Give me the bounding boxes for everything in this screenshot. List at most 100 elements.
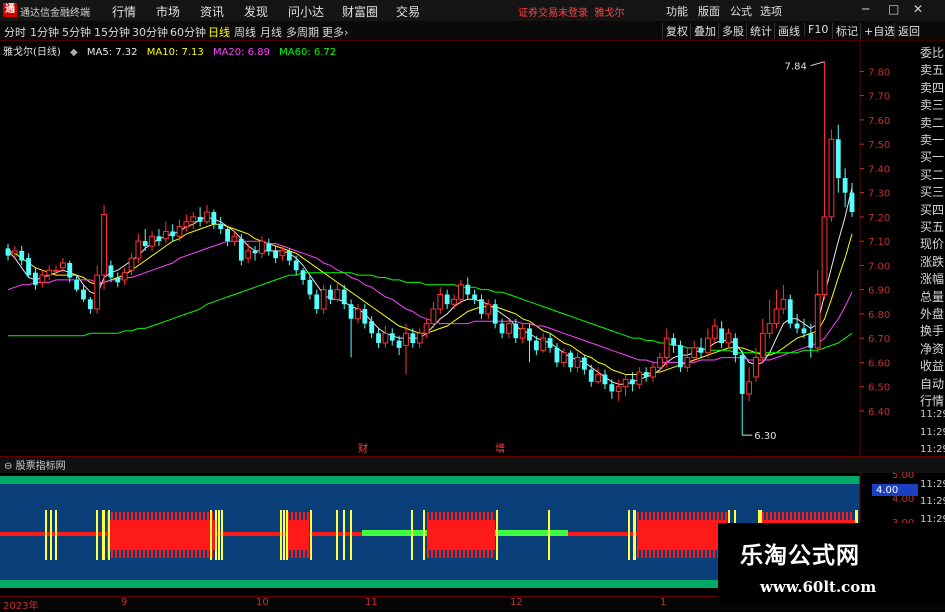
menu-xuanxiang[interactable]: 选项 [760, 3, 782, 19]
candle-body-down [74, 279, 80, 290]
candle-body-down [547, 338, 553, 348]
candle-body-up [656, 357, 663, 368]
candle-body-up [334, 289, 341, 300]
candle-body-down [376, 333, 381, 343]
menu-caifuquan[interactable]: 财富圈 [342, 3, 378, 20]
menu-zixun[interactable]: 资讯 [200, 3, 224, 20]
candle-body-up [176, 226, 183, 237]
candle-body-up [231, 235, 238, 242]
period-5min[interactable]: 5分钟 [62, 24, 91, 40]
indicator-header [0, 456, 945, 473]
indicator-current-value: 4.00 [876, 485, 898, 496]
candle-body-down [410, 333, 416, 343]
low-label: 6.30 [754, 431, 776, 442]
period-1min[interactable]: 1分钟 [30, 24, 59, 40]
candle-body-down [307, 279, 313, 295]
candle-body-down [609, 384, 615, 392]
candle-body-down [225, 229, 230, 242]
candle-body-down [108, 265, 114, 278]
indicator-collapse-icon[interactable]: ⊖ [4, 461, 12, 472]
btn-biaoji[interactable]: 标记 [832, 23, 861, 39]
candle-body-down [266, 243, 272, 251]
candle-body-up [821, 216, 828, 295]
period-monthly[interactable]: 月线 [260, 24, 282, 40]
login-status[interactable]: 证券交易未登录 雅戈尔 [518, 4, 624, 19]
candle-body-up [574, 357, 581, 368]
period-more[interactable]: 更多› [322, 24, 348, 40]
candle-body-down [808, 333, 814, 348]
candle-body-down [533, 340, 539, 351]
ma-line-ma10 [7, 223, 853, 375]
chevron-right-icon: › [344, 26, 349, 39]
candle-body-down [787, 299, 793, 324]
watermark-title: 乐淘公式网 [740, 543, 860, 569]
candle-body-down [671, 338, 676, 346]
ma-line-ma5 [7, 187, 853, 385]
btn-tongji[interactable]: 统计 [746, 23, 775, 39]
candle-body-down [554, 347, 560, 363]
quote-time: 11:29 [920, 409, 945, 421]
close-icon[interactable]: ✕ [913, 2, 923, 16]
candle-body-down [197, 216, 203, 222]
candle-body-down [389, 333, 395, 341]
candlestick-chart[interactable]: 7.80 7.70 7.60 7.50 7.40 7.30 7.20 7.10 7.00 6.90… [0, 40, 918, 456]
candle-body-down [630, 379, 635, 385]
period-multi[interactable]: 多周期 [286, 24, 319, 40]
y-tick-label: 7.40 [868, 164, 890, 175]
menu-gongneng[interactable]: 功能 [666, 3, 688, 19]
y-tick-label: 7.00 [868, 261, 890, 272]
login-status-text: 证券交易未登录 [518, 8, 588, 19]
candle-body-up [437, 294, 444, 310]
candle-body-up [279, 250, 286, 257]
y-tick-label: 7.50 [868, 140, 890, 151]
btn-fuquan[interactable]: 复权 [662, 23, 691, 39]
candle-body-up [53, 269, 59, 272]
btn-add-watchlist[interactable]: +自选 [860, 23, 898, 39]
candle-body-down [369, 321, 375, 334]
period-toolbar: 分时 1分钟 5分钟 15分钟 30分钟 60分钟 日线 周线 月线 多周期 更… [0, 21, 945, 41]
btn-huaxian[interactable]: 画线 [774, 23, 803, 39]
btn-back[interactable]: 返回 [894, 23, 923, 39]
annotation-zeng[interactable]: 增 [495, 442, 505, 455]
period-30min[interactable]: 30分钟 [132, 24, 168, 40]
candle-body-down [5, 248, 11, 256]
menu-hangqing[interactable]: 行情 [112, 3, 136, 20]
menu-jiaoyi[interactable]: 交易 [396, 3, 420, 20]
quote-field-label: 买四 [920, 202, 945, 217]
candle-body-up [258, 240, 265, 254]
candle-body-up [355, 308, 361, 320]
y-tick-label: 6.50 [868, 383, 890, 394]
quote-field-label: 卖五 [920, 63, 945, 78]
maximize-icon[interactable]: □ [888, 2, 899, 16]
candle-body-down [444, 294, 450, 305]
menu-faxian[interactable]: 发现 [244, 3, 268, 20]
candle-body-down [238, 238, 244, 261]
menu-banmian[interactable]: 版面 [698, 3, 720, 19]
annotation-cai[interactable]: 财 [358, 442, 368, 455]
candle-body-down [698, 347, 704, 353]
period-daily[interactable]: 日线 [208, 24, 230, 40]
menu-wenxiaoda[interactable]: 问小达 [288, 3, 324, 20]
quote-field-label: 买三 [920, 185, 945, 200]
y-tick-label: 6.90 [868, 286, 890, 297]
btn-duogu[interactable]: 多股 [718, 23, 747, 39]
period-weekly[interactable]: 周线 [234, 24, 256, 40]
candle-body-down [849, 192, 855, 213]
y-tick-label: 7.20 [868, 213, 890, 224]
quote-time: 11:29 [920, 444, 945, 456]
period-15min[interactable]: 15分钟 [94, 24, 130, 40]
menu-shichang[interactable]: 市场 [156, 3, 180, 20]
btn-diejia[interactable]: 叠加 [690, 23, 719, 39]
minimize-icon[interactable]: ─ [862, 2, 869, 16]
btn-f10[interactable]: F10 [804, 23, 831, 36]
candle-body-up [691, 347, 698, 359]
quote-field-label: 总量 [920, 289, 945, 304]
indicator-title: ⊖ 股票指标网 [4, 457, 66, 472]
indicator-signal-bar [336, 510, 338, 560]
indicator-signal-bar [221, 510, 223, 560]
menu-gongshi[interactable]: 公式 [730, 3, 752, 19]
period-60min[interactable]: 60分钟 [170, 24, 206, 40]
candle-body-up [423, 323, 430, 334]
period-fenshi[interactable]: 分时 [4, 24, 26, 40]
quote-field-label: 买五 [920, 220, 945, 234]
